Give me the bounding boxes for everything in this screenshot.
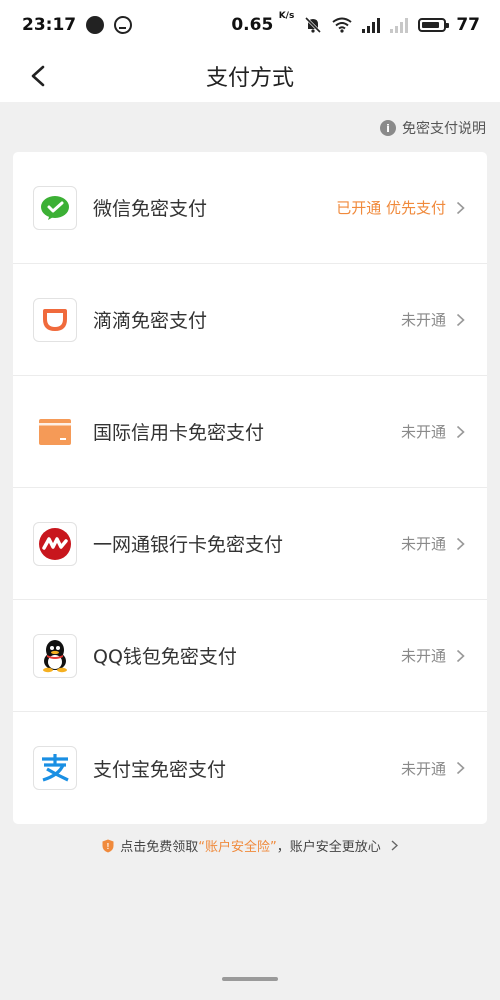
payment-row-qq-wallet[interactable]: QQ钱包免密支付 未开通 <box>13 600 487 712</box>
payment-row-label: 国际信用卡免密支付 <box>93 422 265 444</box>
app-notification-icon <box>114 16 133 34</box>
chevron-right-icon <box>391 840 398 851</box>
help-link-label: 免密支付说明 <box>402 121 486 137</box>
status-time: 23:17 <box>22 15 77 35</box>
qq-icon <box>33 633 77 678</box>
status-right: 0.65 K/s 77 <box>231 11 480 35</box>
mute-bell-icon <box>305 16 322 34</box>
credit-card-icon <box>33 409 77 454</box>
header: 支付方式 <box>0 50 500 102</box>
payment-row-status: 已开通 优先支付 <box>336 199 446 217</box>
help-link[interactable]: i 免密支付说明 <box>380 118 486 138</box>
payment-row-label: 滴滴免密支付 <box>93 310 208 332</box>
promo-text: 点击免费领取“账户安全险”，账户安全更放心 <box>120 840 381 855</box>
cell-signal-icon <box>362 17 381 33</box>
payment-row-status: 未开通 <box>400 647 446 665</box>
payment-row-label: QQ钱包免密支付 <box>93 646 237 668</box>
didi-icon <box>33 297 77 342</box>
info-icon: i <box>380 120 396 136</box>
payment-row-credit-card[interactable]: 国际信用卡免密支付 未开通 <box>13 376 487 488</box>
shield-icon: ! <box>102 839 114 852</box>
net-speed: 0.65 K/s <box>231 11 295 35</box>
page-title: 支付方式 <box>205 66 294 91</box>
chevron-right-icon <box>456 201 465 214</box>
payment-row-alipay[interactable]: 支付宝免密支付 未开通 <box>13 712 487 824</box>
chevron-right-icon <box>456 649 465 662</box>
svg-text:!: ! <box>107 842 110 851</box>
payment-row-status: 未开通 <box>400 423 446 441</box>
cmb-icon <box>33 521 77 566</box>
chevron-right-icon <box>456 313 465 326</box>
chevron-right-icon <box>456 425 465 438</box>
wifi-icon <box>332 17 352 33</box>
payment-row-wechat[interactable]: 微信免密支付 已开通 优先支付 <box>13 152 487 264</box>
payment-row-label: 微信免密支付 <box>93 198 208 220</box>
status-left: 23:17 <box>22 15 133 35</box>
alipay-icon <box>33 746 77 790</box>
chevron-right-icon <box>456 761 465 775</box>
home-indicator[interactable] <box>222 977 278 981</box>
security-insurance-promo[interactable]: ! 点击免费领取“账户安全险”，账户安全更放心 <box>0 836 500 855</box>
payment-row-cmb[interactable]: 一网通银行卡免密支付 未开通 <box>13 488 487 600</box>
cell-signal-2-icon <box>390 17 409 33</box>
chevron-right-icon <box>456 537 465 550</box>
payment-row-status: 未开通 <box>400 759 446 778</box>
payment-row-status: 未开通 <box>400 535 446 553</box>
chat-notification-icon <box>86 16 105 34</box>
status-bar: 23:17 0.65 K/s 77 <box>0 0 500 50</box>
payment-row-label: 支付宝免密支付 <box>93 758 227 781</box>
battery-level: 77 <box>456 15 480 35</box>
payment-row-status: 未开通 <box>400 311 446 329</box>
payment-row-didi[interactable]: 滴滴免密支付 未开通 <box>13 264 487 376</box>
promo-highlight: “账户安全险” <box>198 840 277 855</box>
wechat-icon <box>33 185 77 230</box>
payment-method-list: 微信免密支付 已开通 优先支付 滴滴免密支付 未开通 国际信用卡免密支付 未开通… <box>13 152 487 824</box>
payment-row-label: 一网通银行卡免密支付 <box>93 534 284 556</box>
battery-icon <box>418 18 450 32</box>
